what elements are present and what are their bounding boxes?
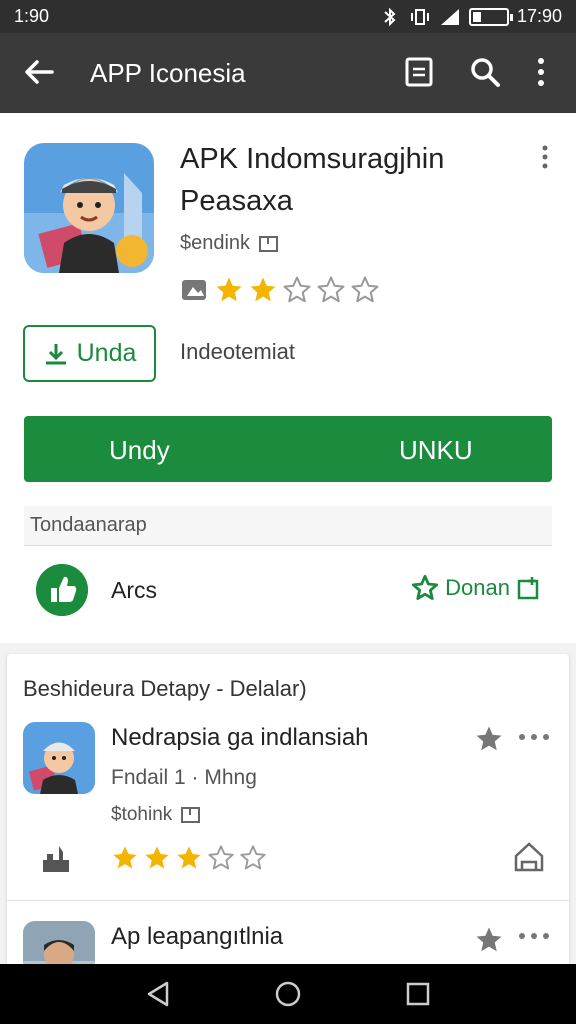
list-item-developer: $tohink (111, 804, 202, 826)
star-filled-icon (216, 277, 242, 302)
bluetooth-icon (384, 7, 396, 26)
list-item-name: Ap leapangıtlnia (111, 923, 284, 950)
donate-button[interactable]: Donan (411, 574, 542, 602)
star-empty-icon (208, 845, 234, 870)
list-item[interactable]: Nedrapsia ga indlansiah Fndail 1 · Mhng … (7, 714, 569, 900)
list-item[interactable]: Ap leapangıtlnia (7, 901, 569, 993)
app-developer[interactable]: $endink (180, 232, 280, 255)
star-filled-icon (113, 846, 137, 869)
status-bar: 1:90 17:90 (0, 0, 576, 33)
list-item-star-rating (111, 844, 267, 872)
signal-icon (440, 8, 459, 25)
list-item-subtitle: Fndail 1 · Mhng (111, 766, 257, 789)
star-filled-icon (145, 846, 169, 869)
like-label: Arcs (111, 577, 157, 603)
section-header-label: Tondaanarap (30, 514, 147, 536)
star-filled-icon (250, 277, 276, 302)
like-row: Arcs Donan (24, 560, 552, 622)
battery-icon (468, 7, 513, 26)
add-to-list-icon (517, 577, 539, 600)
nav-back-icon[interactable] (143, 979, 173, 1009)
star-empty-icon (240, 845, 266, 870)
section-header: Tondaanarap (24, 506, 552, 546)
bookmark-icon (181, 807, 201, 823)
install-outline-button[interactable]: Unda (23, 325, 156, 382)
status-time-left: 1:90 (14, 6, 50, 26)
primary-button-right-label: UNKU (399, 435, 473, 465)
app-rating (180, 275, 380, 305)
more-horiz-icon[interactable] (517, 931, 551, 941)
wishlist-star-icon[interactable] (474, 724, 504, 754)
related-apps-card: Beshideura Detapy - Delalar) Nedrapsia g… (7, 654, 569, 993)
status-icons: 17:90 (379, 6, 562, 27)
back-arrow-icon[interactable] (22, 55, 56, 89)
install-count-icon (43, 846, 69, 872)
developer-name: $endink (180, 232, 251, 254)
vibrate-icon (410, 8, 429, 25)
install-outline-label: Unda (76, 339, 137, 367)
more-horiz-icon[interactable] (517, 732, 551, 742)
bookmark-icon (259, 235, 279, 252)
status-time-right: 17:90 (516, 6, 562, 26)
list-item-app-icon (23, 722, 95, 794)
more-vert-icon[interactable] (524, 55, 558, 89)
primary-button-left-label: Undy (109, 435, 170, 465)
list-item-developer-name: $tohink (111, 804, 173, 825)
donate-label: Donan (445, 575, 510, 600)
search-icon[interactable] (468, 55, 502, 89)
star-outline-icon (412, 574, 439, 600)
wishlist-star-icon[interactable] (474, 925, 504, 955)
app-detail-panel: APK Indomsuragjhin Peasaxa $endink Unda … (0, 113, 576, 643)
app-star-rating (214, 275, 380, 305)
primary-install-button[interactable]: Undy UNKU (24, 416, 552, 482)
app-meta-text: Indeotemiat (180, 339, 295, 364)
list-item-name: Nedrapsia ga indlansiah (111, 724, 369, 751)
app-more-icon[interactable] (540, 145, 550, 169)
app-name-line-1: APK Indomsuragjhin (180, 143, 445, 175)
nav-home-icon[interactable] (273, 979, 303, 1009)
thumbs-up-icon[interactable] (36, 564, 88, 616)
app-toolbar: APP Iconesia (0, 33, 576, 113)
app-icon (24, 143, 154, 273)
download-icon (45, 343, 66, 364)
star-empty-icon (317, 276, 345, 303)
document-icon[interactable] (402, 55, 436, 89)
star-empty-icon (283, 276, 311, 303)
content-rating-icon (182, 280, 206, 300)
toolbar-title: APP Iconesia (90, 58, 246, 88)
home-outline-icon[interactable] (512, 840, 546, 874)
app-name-line-2: Peasaxa (180, 185, 293, 217)
star-filled-icon (177, 846, 201, 869)
system-nav-bar (0, 964, 576, 1024)
nav-recents-icon[interactable] (403, 979, 433, 1009)
related-apps-title: Beshideura Detapy - Delalar) (23, 676, 307, 701)
star-empty-icon (351, 276, 379, 303)
app-name: APK Indomsuragjhin Peasaxa (180, 138, 510, 222)
